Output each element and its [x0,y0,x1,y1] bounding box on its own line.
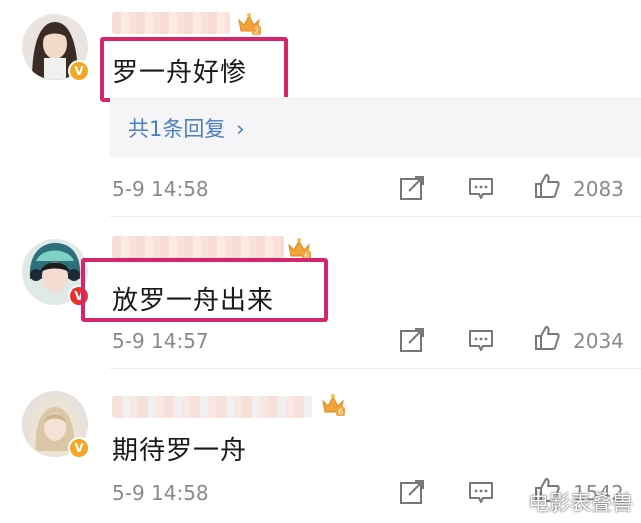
like-count: 2083 [573,177,624,201]
avatar[interactable]: V [22,391,90,459]
highlight-box [100,37,288,102]
chevron-right-icon: › [236,117,245,141]
like-count: 2034 [573,329,624,353]
watermark: 电影表叠兽 [528,491,633,515]
svg-text:2: 2 [254,27,259,36]
comment-bubble-icon[interactable] [467,478,495,506]
crown-badge-icon: 2 [238,13,261,36]
verified-badge-icon: V [68,437,90,459]
crown-badge-icon: 6 [322,394,345,417]
comment-bubble-icon[interactable] [467,326,495,354]
view-replies-link[interactable]: 共1条回复 › [128,113,244,143]
verified-badge-icon: V [68,60,90,82]
avatar[interactable]: V [22,239,90,307]
comment-bubble-icon[interactable] [467,174,495,202]
svg-text:6: 6 [338,408,343,417]
comment-text: 期待罗一舟 [112,436,248,466]
username-redacted[interactable] [112,396,312,418]
comment-time: 5-9 14:57 [112,329,209,353]
comment-time: 5-9 14:58 [112,177,209,201]
thumbs-up-icon[interactable] [533,324,561,352]
share-edit-icon[interactable] [398,174,426,202]
divider [110,216,641,217]
highlight-box [81,258,328,322]
share-edit-icon[interactable] [398,478,426,506]
share-edit-icon[interactable] [398,326,426,354]
avatar[interactable]: V [22,14,90,82]
username-redacted[interactable] [112,236,284,258]
divider [110,368,641,369]
reply-preview[interactable]: 共1条回复 › [110,97,641,157]
username-redacted[interactable] [112,12,230,34]
thumbs-up-icon[interactable] [533,172,561,200]
comment-time: 5-9 14:58 [112,481,209,505]
